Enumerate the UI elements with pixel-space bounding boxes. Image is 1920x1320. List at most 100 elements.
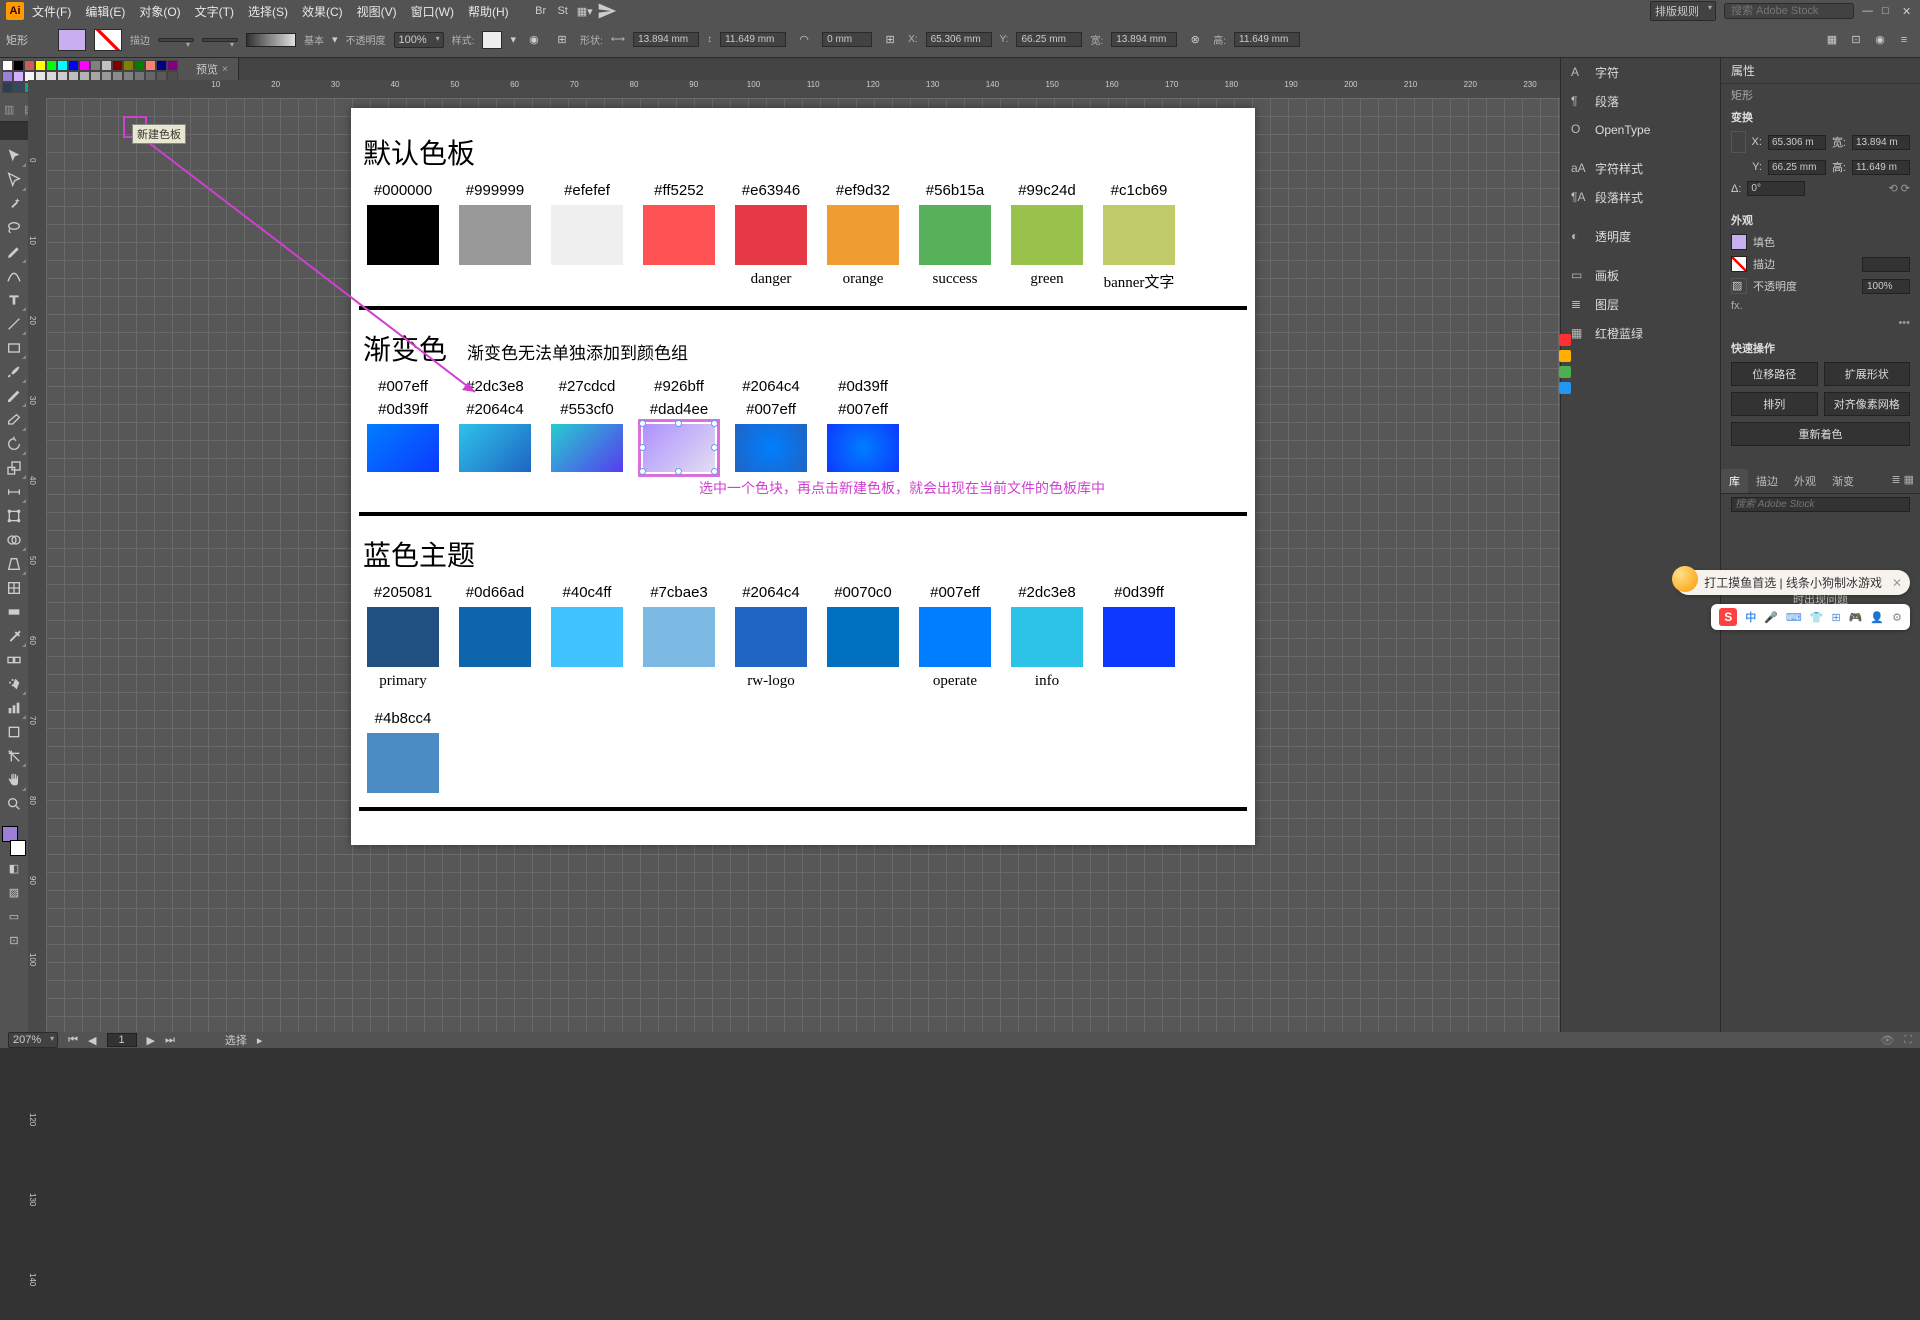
props-angle-field[interactable] bbox=[1747, 181, 1805, 196]
rectangle-tool[interactable] bbox=[1, 336, 27, 360]
align-icon[interactable]: ⊞ bbox=[552, 30, 572, 50]
zoom-level-dropdown[interactable]: 207% bbox=[8, 1032, 58, 1048]
rotate-tool[interactable] bbox=[1, 432, 27, 456]
width-field[interactable] bbox=[1111, 32, 1177, 47]
recolor-button[interactable]: 重新着色 bbox=[1731, 422, 1910, 446]
zoom-tool[interactable] bbox=[1, 792, 27, 816]
layout-rules-dropdown[interactable]: 排版规则 bbox=[1650, 1, 1716, 21]
draw-mode-icon[interactable]: ▭ bbox=[1, 904, 27, 928]
floating-ad[interactable]: 打工摸鱼首选 | 线条小狗制冰游戏 ✕ bbox=[1676, 570, 1910, 595]
shape-height-field[interactable] bbox=[720, 32, 786, 47]
opacity-dropdown[interactable]: 100% bbox=[394, 32, 444, 48]
stroke-swatch[interactable] bbox=[94, 29, 122, 51]
nav-last-icon[interactable]: ⏭ bbox=[165, 1034, 175, 1047]
panel-layers[interactable]: ≣图层 bbox=[1561, 290, 1720, 319]
magic-wand-tool[interactable] bbox=[1, 192, 27, 216]
swatch-cell[interactable] bbox=[13, 71, 24, 82]
panel-opentype[interactable]: OOpenType bbox=[1561, 116, 1720, 144]
screen-mode-icon[interactable]: ⊡ bbox=[1, 928, 27, 952]
props-w-field[interactable] bbox=[1852, 135, 1910, 150]
more-icon[interactable]: ≡ bbox=[1894, 30, 1914, 50]
gradient-tool[interactable] bbox=[1, 600, 27, 624]
swatch-cell[interactable] bbox=[101, 60, 112, 71]
color-chip[interactable] bbox=[1011, 607, 1083, 667]
props-h-field[interactable] bbox=[1852, 160, 1910, 175]
tab-appearance[interactable]: 外观 bbox=[1786, 469, 1824, 493]
free-transform-tool[interactable] bbox=[1, 504, 27, 528]
close-button[interactable]: ✕ bbox=[1902, 5, 1914, 17]
swatch-cell[interactable] bbox=[46, 60, 57, 71]
swatch-cell[interactable] bbox=[68, 60, 79, 71]
swatch-cell[interactable] bbox=[156, 60, 167, 71]
paintbrush-tool[interactable] bbox=[1, 360, 27, 384]
swatch-cell[interactable] bbox=[35, 60, 46, 71]
perspective-tool[interactable] bbox=[1, 552, 27, 576]
panel-paragraph[interactable]: ¶段落 bbox=[1561, 87, 1720, 116]
ime-keyboard-icon[interactable]: ⌨ bbox=[1786, 611, 1802, 624]
menu-edit[interactable]: 编辑(E) bbox=[79, 1, 131, 22]
nav-prev-icon[interactable]: ◀ bbox=[88, 1034, 96, 1047]
link-wh-icon[interactable]: ⊗ bbox=[1185, 30, 1205, 50]
appearance-fill-swatch[interactable] bbox=[1731, 234, 1747, 250]
fill-swatch[interactable] bbox=[58, 29, 86, 51]
mesh-tool[interactable] bbox=[1, 576, 27, 600]
brush-preview[interactable] bbox=[246, 33, 296, 47]
swatch-cell[interactable] bbox=[112, 60, 123, 71]
ime-settings-icon[interactable]: ⚙ bbox=[1892, 611, 1902, 624]
line-tool[interactable] bbox=[1, 312, 27, 336]
appearance-stroke-swatch[interactable] bbox=[1731, 256, 1747, 272]
status-expand-icon[interactable]: ⛶ bbox=[1904, 1034, 1912, 1047]
artboard-tool[interactable] bbox=[1, 720, 27, 744]
swatch-cell[interactable] bbox=[13, 60, 24, 71]
panel-custom-swatches[interactable]: ▦红橙蓝绿 bbox=[1561, 319, 1720, 348]
pen-tool[interactable] bbox=[1, 240, 27, 264]
color-chip[interactable] bbox=[1103, 205, 1175, 265]
gradient-mode-icon[interactable]: ▨ bbox=[1, 880, 27, 904]
swatch-cell[interactable] bbox=[90, 60, 101, 71]
color-chip[interactable] bbox=[827, 607, 899, 667]
nav-next-icon[interactable]: ▶ bbox=[147, 1034, 155, 1047]
shape-builder-tool[interactable] bbox=[1, 528, 27, 552]
ime-user-icon[interactable]: 👤 bbox=[1870, 611, 1884, 624]
stroke-weight-dropdown[interactable] bbox=[158, 38, 194, 42]
recolor-icon[interactable]: ◉ bbox=[524, 30, 544, 50]
arrange-button[interactable]: 排列 bbox=[1731, 392, 1818, 416]
x-field[interactable] bbox=[926, 32, 992, 47]
isolate-icon[interactable]: ◉ bbox=[1870, 30, 1890, 50]
menu-view[interactable]: 视图(V) bbox=[351, 1, 403, 22]
panel-char-styles[interactable]: aA字符样式 bbox=[1561, 154, 1720, 183]
selection-tool[interactable] bbox=[1, 144, 27, 168]
fill-stroke-colors[interactable] bbox=[2, 826, 26, 856]
ime-toolbox-icon[interactable]: ⊞ bbox=[1832, 611, 1841, 624]
color-mode-icon[interactable]: ◧ bbox=[1, 856, 27, 880]
props-y-field[interactable] bbox=[1768, 160, 1826, 175]
panel-artboards[interactable]: ▭画板 bbox=[1561, 261, 1720, 290]
swatch-cell[interactable] bbox=[2, 60, 13, 71]
color-chip[interactable] bbox=[367, 607, 439, 667]
shape-width-field[interactable] bbox=[633, 32, 699, 47]
color-chip[interactable] bbox=[643, 607, 715, 667]
corner-radius-field[interactable] bbox=[822, 32, 872, 47]
color-chip[interactable] bbox=[735, 424, 807, 472]
appearance-stroke-weight[interactable] bbox=[1862, 257, 1910, 272]
ime-toolbar[interactable]: S 中 🎤 ⌨ 👕 ⊞ 🎮 👤 ⚙ bbox=[1711, 604, 1910, 630]
swatch-cell[interactable] bbox=[24, 60, 35, 71]
swatch-lib-icon[interactable]: ▥ bbox=[4, 103, 18, 117]
reference-point-icon[interactable] bbox=[1731, 131, 1746, 153]
menu-window[interactable]: 窗口(W) bbox=[405, 1, 460, 22]
panel-transparency[interactable]: ◐透明度 bbox=[1561, 222, 1720, 251]
menu-help[interactable]: 帮助(H) bbox=[462, 1, 515, 22]
color-chip[interactable] bbox=[643, 205, 715, 265]
tab-gradient[interactable]: 渐变 bbox=[1824, 469, 1862, 493]
tab-library[interactable]: 库 bbox=[1721, 469, 1748, 493]
color-chip[interactable] bbox=[735, 607, 807, 667]
swatch-cell[interactable] bbox=[2, 71, 13, 82]
menu-effect[interactable]: 效果(C) bbox=[296, 1, 349, 22]
swatch-cell[interactable] bbox=[79, 60, 90, 71]
scale-tool[interactable] bbox=[1, 456, 27, 480]
expand-shape-button[interactable]: 扩展形状 bbox=[1824, 362, 1911, 386]
color-chip[interactable] bbox=[551, 424, 623, 472]
offset-path-button[interactable]: 位移路径 bbox=[1731, 362, 1818, 386]
color-chip[interactable] bbox=[459, 205, 531, 265]
blend-tool[interactable] bbox=[1, 648, 27, 672]
